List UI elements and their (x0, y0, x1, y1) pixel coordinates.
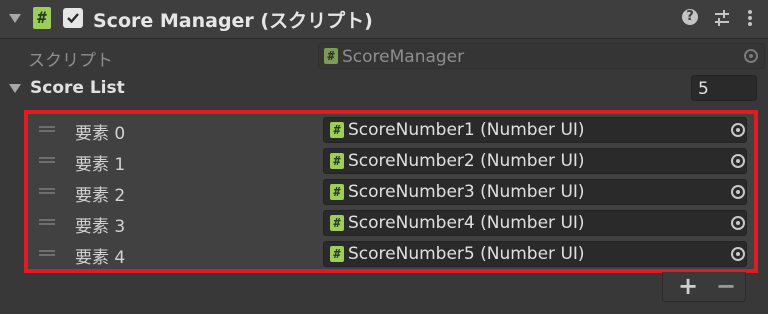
element-label: 要素 2 (75, 186, 126, 206)
element-label: 要素 3 (75, 217, 126, 237)
object-picker-icon[interactable] (731, 247, 745, 261)
object-picker-icon[interactable] (731, 185, 745, 199)
presets-icon[interactable] (713, 9, 731, 27)
list-footer: + − (662, 272, 746, 302)
list-item: 要素 1 # ScoreNumber2 (Number UI) (28, 145, 754, 176)
script-field-value: ScoreManager (342, 47, 465, 67)
object-field[interactable]: # ScoreNumber4 (Number UI) (323, 210, 747, 236)
drag-handle-icon[interactable] (39, 219, 55, 225)
element-label: 要素 0 (75, 124, 126, 144)
list-size-value: 5 (698, 79, 709, 99)
score-list-foldout-icon[interactable] (9, 84, 21, 93)
drag-handle-icon[interactable] (39, 188, 55, 194)
script-icon: # (324, 48, 338, 64)
list-item: 要素 2 # ScoreNumber3 (Number UI) (28, 176, 754, 207)
object-field-value: ScoreNumber5 (Number UI) (348, 244, 585, 264)
script-icon: # (330, 215, 344, 231)
script-icon: # (330, 246, 344, 262)
object-picker-icon[interactable] (731, 123, 745, 137)
drag-handle-icon[interactable] (39, 157, 55, 163)
object-field-value: ScoreNumber1 (Number UI) (348, 120, 585, 140)
drag-handle-icon[interactable] (39, 126, 55, 132)
more-menu-icon[interactable] (746, 9, 754, 27)
help-icon[interactable]: ? (682, 9, 698, 25)
drag-handle-icon[interactable] (39, 250, 55, 256)
object-picker-icon[interactable] (731, 216, 745, 230)
script-icon: # (330, 153, 344, 169)
list-item: 要素 3 # ScoreNumber4 (Number UI) (28, 207, 754, 238)
script-field: # ScoreManager (318, 43, 765, 69)
object-field-value: ScoreNumber4 (Number UI) (348, 213, 585, 233)
object-field[interactable]: # ScoreNumber3 (Number UI) (323, 179, 747, 205)
list-size-input[interactable]: 5 (691, 75, 757, 101)
object-field[interactable]: # ScoreNumber1 (Number UI) (323, 117, 747, 143)
score-list-elements: 要素 0 # ScoreNumber1 (Number UI) 要素 1 # S… (24, 110, 758, 273)
script-icon: # (330, 122, 344, 138)
remove-element-button[interactable]: − (716, 272, 736, 300)
script-icon: # (33, 7, 51, 29)
object-picker-icon (744, 49, 758, 63)
script-field-label: スクリプト (28, 51, 113, 71)
object-field[interactable]: # ScoreNumber2 (Number UI) (323, 148, 747, 174)
object-field-value: ScoreNumber3 (Number UI) (348, 182, 585, 202)
list-item: 要素 0 # ScoreNumber1 (Number UI) (28, 114, 754, 145)
component-enabled-checkbox[interactable] (63, 8, 83, 28)
element-label: 要素 1 (75, 155, 126, 175)
component-title: Score Manager (スクリプト) (93, 10, 373, 32)
object-field[interactable]: # ScoreNumber5 (Number UI) (323, 241, 747, 267)
object-picker-icon[interactable] (731, 154, 745, 168)
score-list-label[interactable]: Score List (30, 78, 125, 98)
list-item: 要素 4 # ScoreNumber5 (Number UI) (28, 238, 754, 269)
element-label: 要素 4 (75, 248, 126, 268)
component-header: # Score Manager (スクリプト) ? (0, 0, 768, 39)
add-element-button[interactable]: + (678, 272, 698, 300)
foldout-arrow-icon[interactable] (9, 14, 21, 23)
object-field-value: ScoreNumber2 (Number UI) (348, 151, 585, 171)
script-icon: # (330, 184, 344, 200)
